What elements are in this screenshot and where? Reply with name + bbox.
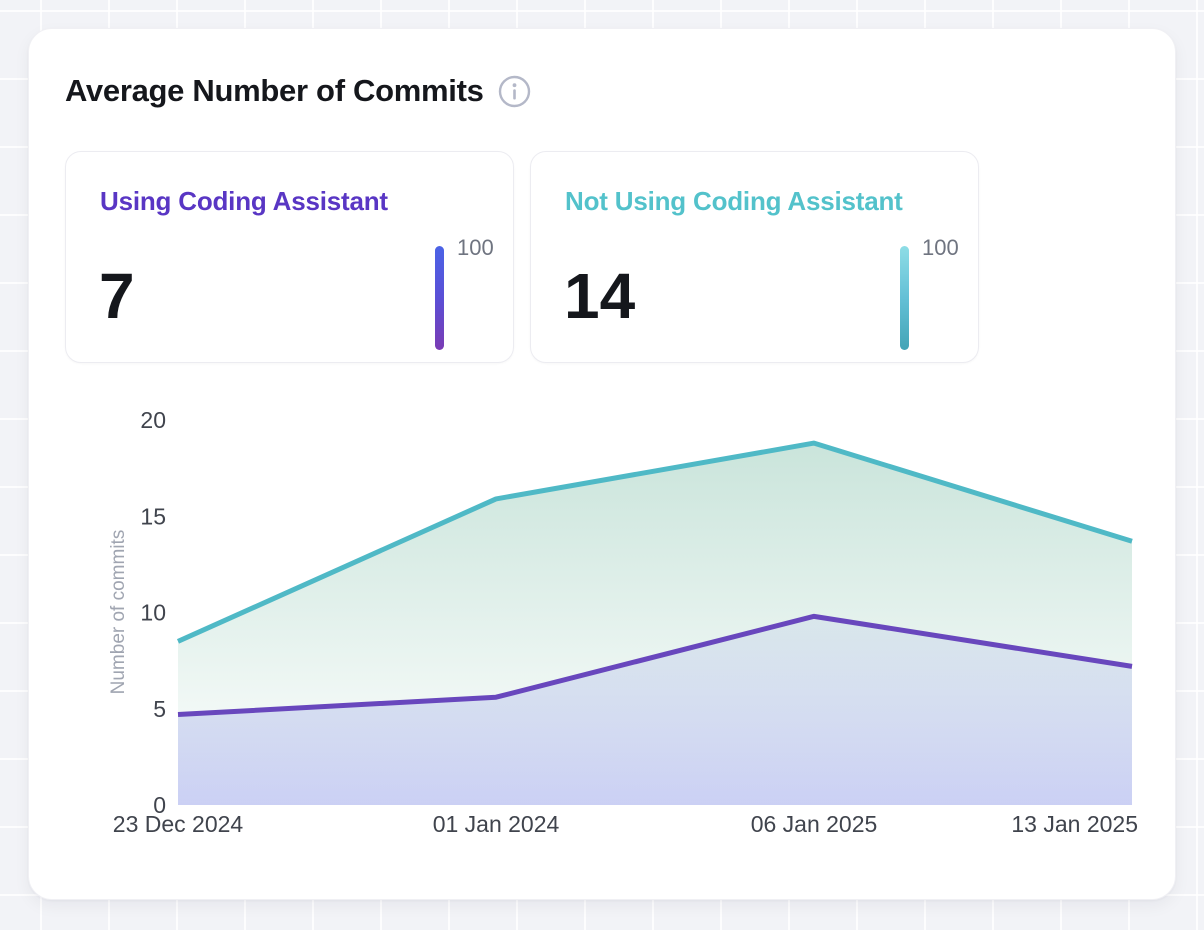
x-tick-label: 06 Jan 2025 (751, 811, 878, 837)
y-tick-label: 5 (153, 696, 166, 722)
y-axis-title: Number of commits (108, 530, 129, 695)
y-tick-label: 10 (140, 600, 166, 626)
x-tick-label: 13 Jan 2025 (1011, 811, 1138, 837)
y-tick-label: 15 (140, 503, 166, 529)
x-tick-label: 01 Jan 2024 (433, 811, 560, 837)
y-tick-label: 20 (140, 407, 166, 433)
commits-area-chart[interactable]: 05101520Number of commits23 Dec 202401 J… (0, 0, 1204, 930)
x-tick-label: 23 Dec 2024 (113, 811, 244, 837)
